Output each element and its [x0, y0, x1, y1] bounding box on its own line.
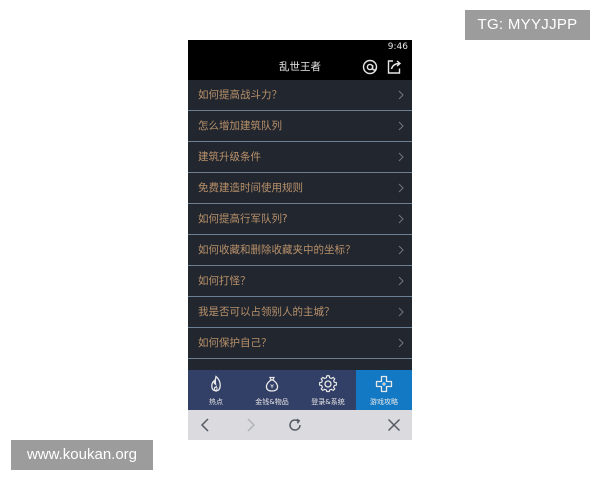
share-icon[interactable]	[385, 58, 403, 76]
faq-item[interactable]: 如何提高行军队列?	[188, 204, 412, 235]
flame-icon	[211, 375, 221, 392]
watermark-site: www.koukan.org	[11, 440, 153, 470]
faq-item-label: 如何保护自己？	[198, 337, 272, 349]
tab-login-system[interactable]: 登录&系统	[300, 370, 356, 410]
tab-label: 游戏攻略	[370, 398, 398, 406]
faq-item[interactable]: 建筑升级条件	[188, 142, 412, 173]
faq-item[interactable]: 我是否可以占领别人的主城？	[188, 297, 412, 328]
chevron-right-icon	[398, 152, 404, 162]
faq-item-label: 如何提高行军队列?	[198, 213, 288, 225]
tab-game-guide[interactable]: 游戏攻略	[356, 370, 412, 410]
chevron-right-icon	[398, 307, 404, 317]
tab-hot[interactable]: 热点	[188, 370, 244, 410]
chevron-right-icon	[398, 338, 404, 348]
faq-list: 如何提高战斗力？ 怎么增加建筑队列 建筑升级条件 免费建造时间使用规则 如何提高…	[188, 80, 412, 408]
faq-item-label: 如何提高战斗力？	[198, 89, 282, 101]
faq-item[interactable]: 如何提高战斗力？	[188, 80, 412, 111]
close-icon[interactable]	[386, 417, 402, 433]
status-bar: 9:46	[188, 40, 412, 54]
money-bag-icon: ¥	[265, 376, 279, 392]
chevron-right-icon	[398, 276, 404, 286]
chevron-left-icon[interactable]	[198, 417, 214, 433]
faq-item-label: 我是否可以占领别人的主城？	[198, 306, 335, 318]
watermark-tg: TG: MYYJJPP	[465, 10, 590, 40]
faq-item-label: 免费建造时间使用规则	[198, 182, 303, 194]
chevron-right-icon	[398, 183, 404, 193]
svg-text:¥: ¥	[270, 384, 274, 391]
phone-screen: 9:46 乱世王者 如何提高战斗力？ 怎么增加建筑队列 建筑升级条件 免费建造时	[188, 40, 412, 440]
faq-item-label: 怎么增加建筑队列	[198, 120, 282, 132]
tab-label: 热点	[209, 398, 223, 406]
faq-item[interactable]: 如何打怪？	[188, 266, 412, 297]
status-time: 9:46	[387, 42, 408, 52]
tab-label: 登录&系统	[311, 398, 345, 406]
faq-item[interactable]: 如何保护自己？	[188, 328, 412, 359]
chevron-right-icon	[398, 214, 404, 224]
browser-nav-bar	[188, 410, 412, 440]
faq-item[interactable]: 怎么增加建筑队列	[188, 111, 412, 142]
gamepad-icon	[375, 375, 393, 393]
faq-item[interactable]: 如何收藏和删除收藏夹中的坐标？	[188, 235, 412, 266]
tab-label: 金钱&物品	[255, 398, 289, 406]
tab-bar: 热点 ¥ 金钱&物品 登录&系统 游戏攻略	[188, 370, 412, 410]
chevron-right-icon	[398, 90, 404, 100]
faq-item[interactable]: 免费建造时间使用规则	[188, 173, 412, 204]
refresh-icon[interactable]	[287, 417, 303, 433]
chevron-right-icon	[398, 121, 404, 131]
title-bar: 乱世王者	[188, 54, 412, 80]
faq-item-label: 如何打怪？	[198, 275, 251, 287]
tab-money-items[interactable]: ¥ 金钱&物品	[244, 370, 300, 410]
faq-item-label: 建筑升级条件	[198, 151, 261, 163]
faq-item-label: 如何收藏和删除收藏夹中的坐标？	[198, 244, 356, 256]
gear-icon	[319, 375, 337, 393]
at-sign-icon[interactable]	[361, 58, 379, 76]
chevron-right-icon	[398, 245, 404, 255]
chevron-right-icon[interactable]	[242, 417, 258, 433]
